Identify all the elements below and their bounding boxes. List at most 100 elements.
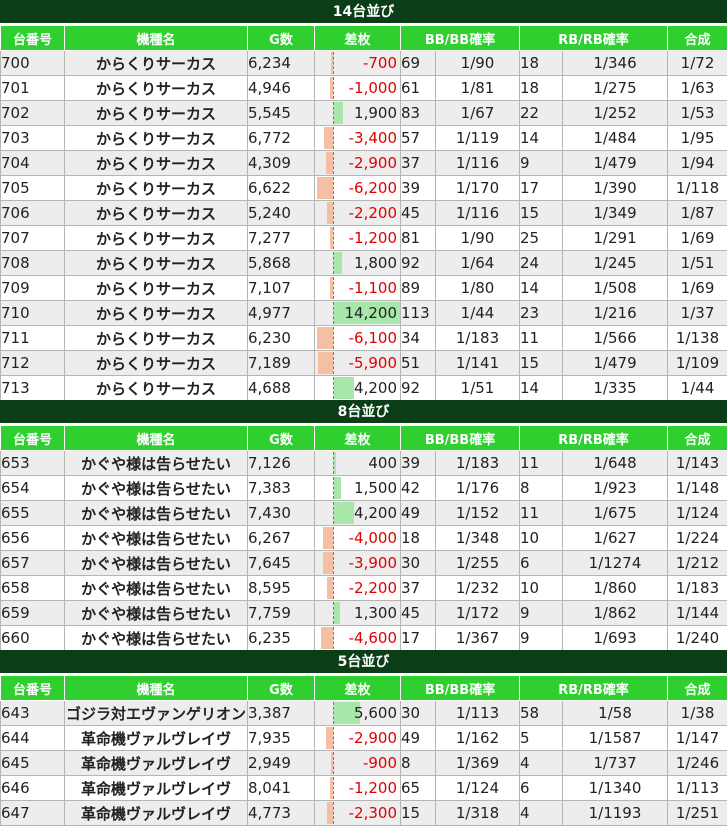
machine-number: 710 xyxy=(0,300,65,326)
bb-rate: 1/67 xyxy=(434,100,521,126)
bb-count: 45 xyxy=(400,600,436,626)
diff-value: -1,200 xyxy=(348,779,397,797)
rb-rate: 1/648 xyxy=(562,450,669,476)
total-rate: 1/246 xyxy=(667,750,727,776)
game-count: 7,107 xyxy=(247,275,315,301)
bb-count: 15 xyxy=(400,800,436,826)
slot-data-page: 14台並び 台番号 機種名 G数 差枚 BB/BB確率 RB/RB確率 合成 7… xyxy=(0,0,727,826)
total-rate: 1/212 xyxy=(667,550,727,576)
diff-value: 4,200 xyxy=(354,504,397,522)
header-diff: 差枚 xyxy=(314,25,401,51)
rb-count: 8 xyxy=(519,475,564,501)
total-rate: 1/224 xyxy=(667,525,727,551)
bb-count: 69 xyxy=(400,50,436,76)
bb-rate: 1/90 xyxy=(434,225,521,251)
diff-value: -900 xyxy=(362,754,397,772)
table-row: 712 からくりサーカス 7,189 -5,900 51 1/141 15 1/479 1/10… xyxy=(0,350,727,376)
rb-rate: 1/346 xyxy=(562,50,669,76)
bb-count: 92 xyxy=(400,375,436,401)
machine-name: かぐや様は告らせたい xyxy=(64,525,248,551)
machine-name: からくりサーカス xyxy=(64,200,248,226)
table-row: 709 からくりサーカス 7,107 -1,100 89 1/80 14 1/508 1/69 xyxy=(0,275,727,301)
machine-table: 台番号 機種名 G数 差枚 BB/BB確率 RB/RB確率 合成 653 かぐや様… xyxy=(0,425,727,651)
header-total: 合成 xyxy=(667,25,727,51)
rb-rate: 1/252 xyxy=(562,100,669,126)
header-rb: RB/RB確率 xyxy=(519,675,669,701)
diff-cell: -2,300 xyxy=(314,800,401,826)
machine-number: 713 xyxy=(0,375,65,401)
rb-count: 15 xyxy=(519,350,564,376)
machine-number: 659 xyxy=(0,600,65,626)
machine-number: 645 xyxy=(0,750,65,776)
diff-cell: -6,100 xyxy=(314,325,401,351)
table-row: 705 からくりサーカス 6,622 -6,200 39 1/170 17 1/390 1/11… xyxy=(0,175,727,201)
header-no: 台番号 xyxy=(0,425,65,451)
total-rate: 1/240 xyxy=(667,625,727,651)
game-count: 2,949 xyxy=(247,750,315,776)
game-count: 8,041 xyxy=(247,775,315,801)
machine-name: からくりサーカス xyxy=(64,50,248,76)
diff-value: -1,200 xyxy=(348,229,397,247)
table-row: 701 からくりサーカス 4,946 -1,000 61 1/81 18 1/275 1/63 xyxy=(0,75,727,101)
table-row: 703 からくりサーカス 6,772 -3,400 57 1/119 14 1/484 1/95 xyxy=(0,125,727,151)
diff-cell: -1,000 xyxy=(314,75,401,101)
machine-number: 654 xyxy=(0,475,65,501)
table-row: 659 かぐや様は告らせたい 7,759 1,300 45 1/172 9 1/862 1/14… xyxy=(0,600,727,626)
header-games: G数 xyxy=(247,25,315,51)
machine-name: かぐや様は告らせたい xyxy=(64,550,248,576)
diff-value: 14,200 xyxy=(344,304,398,322)
bb-count: 8 xyxy=(400,750,436,776)
bb-count: 61 xyxy=(400,75,436,101)
rb-count: 18 xyxy=(519,75,564,101)
machine-number: 646 xyxy=(0,775,65,801)
machine-number: 704 xyxy=(0,150,65,176)
diff-cell: -1,200 xyxy=(314,775,401,801)
bb-count: 51 xyxy=(400,350,436,376)
bb-rate: 1/232 xyxy=(434,575,521,601)
diff-cell: -700 xyxy=(314,50,401,76)
bb-count: 83 xyxy=(400,100,436,126)
machine-name: からくりサーカス xyxy=(64,275,248,301)
diff-value: 1,800 xyxy=(354,254,397,272)
table-row: 710 からくりサーカス 4,977 14,200 113 1/44 23 1/216 1/37 xyxy=(0,300,727,326)
header-games: G数 xyxy=(247,425,315,451)
game-count: 5,240 xyxy=(247,200,315,226)
bb-count: 37 xyxy=(400,150,436,176)
game-count: 6,230 xyxy=(247,325,315,351)
total-rate: 1/87 xyxy=(667,200,727,226)
bb-count: 92 xyxy=(400,250,436,276)
machine-table: 台番号 機種名 G数 差枚 BB/BB確率 RB/RB確率 合成 643 ゴジラ対… xyxy=(0,675,727,826)
diff-cell: -900 xyxy=(314,750,401,776)
diff-cell: 5,600 xyxy=(314,700,401,726)
machine-name: からくりサーカス xyxy=(64,75,248,101)
machine-name: 革命機ヴァルヴレイヴ xyxy=(64,800,248,826)
header-name: 機種名 xyxy=(64,25,248,51)
rb-count: 9 xyxy=(519,625,564,651)
machine-name: からくりサーカス xyxy=(64,100,248,126)
bb-count: 39 xyxy=(400,450,436,476)
diff-value: -2,900 xyxy=(348,154,397,172)
machine-number: 707 xyxy=(0,225,65,251)
game-count: 7,935 xyxy=(247,725,315,751)
diff-value: -2,200 xyxy=(348,579,397,597)
game-count: 3,387 xyxy=(247,700,315,726)
bb-rate: 1/141 xyxy=(434,350,521,376)
bb-count: 39 xyxy=(400,175,436,201)
game-count: 7,189 xyxy=(247,350,315,376)
machine-number: 656 xyxy=(0,525,65,551)
diff-value: 1,900 xyxy=(354,104,397,122)
rb-count: 58 xyxy=(519,700,564,726)
machine-number: 657 xyxy=(0,550,65,576)
bb-count: 34 xyxy=(400,325,436,351)
table-header: 台番号 機種名 G数 差枚 BB/BB確率 RB/RB確率 合成 xyxy=(0,25,727,51)
diff-value: 5,600 xyxy=(354,704,397,722)
table-row: 653 かぐや様は告らせたい 7,126 400 39 1/183 11 1/648 1/143 xyxy=(0,450,727,476)
machine-number: 705 xyxy=(0,175,65,201)
rb-rate: 1/479 xyxy=(562,350,669,376)
game-count: 7,277 xyxy=(247,225,315,251)
game-count: 7,430 xyxy=(247,500,315,526)
rb-rate: 1/508 xyxy=(562,275,669,301)
machine-name: からくりサーカス xyxy=(64,150,248,176)
bb-count: 89 xyxy=(400,275,436,301)
total-rate: 1/72 xyxy=(667,50,727,76)
